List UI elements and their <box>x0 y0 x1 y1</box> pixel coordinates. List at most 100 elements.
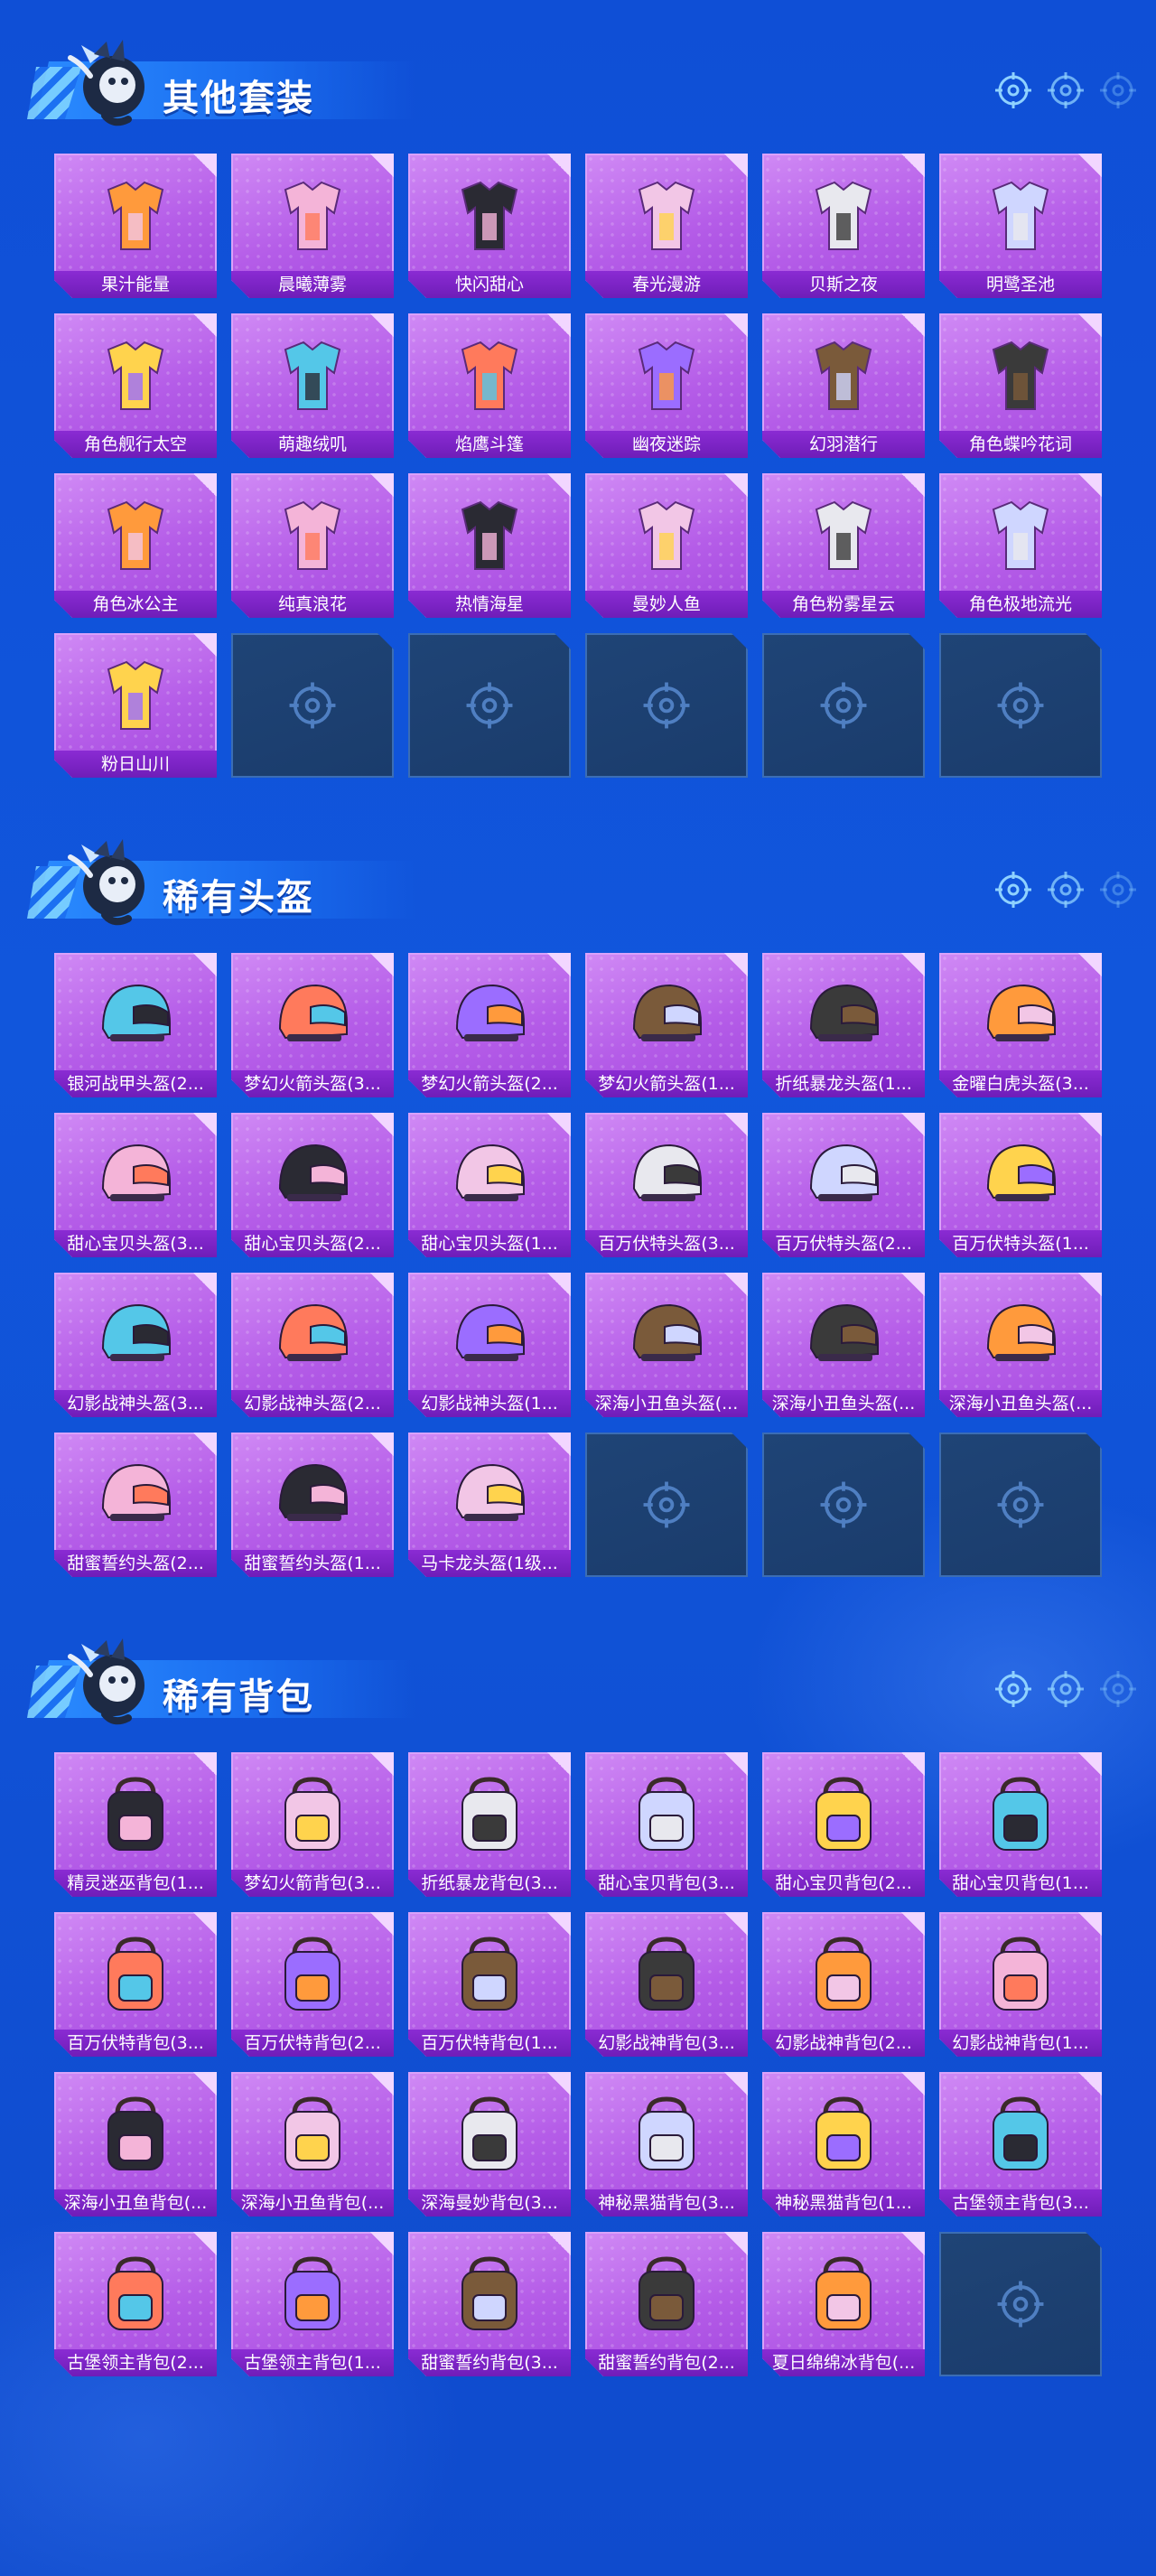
item-label: 古堡领主背包(1... <box>231 2349 394 2376</box>
item-card[interactable]: 古堡领主背包(2... <box>54 2232 217 2376</box>
item-card[interactable]: 古堡领主背包(1... <box>231 2232 394 2376</box>
item-card[interactable]: 角色蝶吟花词 <box>939 313 1102 458</box>
item-card[interactable]: 甜心宝贝头盔(3... <box>54 1113 217 1257</box>
item-card[interactable]: 深海小丑鱼头盔(... <box>585 1273 748 1417</box>
crosshair-icon <box>995 1479 1046 1530</box>
item-label: 甜心宝贝背包(3... <box>585 1870 748 1897</box>
item-card[interactable]: 甜心宝贝背包(2... <box>762 1752 925 1897</box>
item-card[interactable]: 马卡龙头盔(1级... <box>408 1433 571 1577</box>
item-card[interactable]: 角色冰公主 <box>54 473 217 618</box>
item-card[interactable]: 萌趣绒叽 <box>231 313 394 458</box>
item-label: 角色极地流光 <box>939 591 1102 618</box>
item-label: 甜蜜誓约头盔(2... <box>54 1550 217 1577</box>
item-card[interactable]: 甜蜜誓约头盔(2... <box>54 1433 217 1577</box>
item-card[interactable]: 幽夜迷踪 <box>585 313 748 458</box>
outfit-icon <box>90 651 181 742</box>
item-card[interactable]: 甜蜜誓约头盔(1... <box>231 1433 394 1577</box>
backpack-icon <box>798 1930 889 2021</box>
item-card[interactable]: 金曜白虎头盔(3... <box>939 953 1102 1097</box>
item-card[interactable]: 深海小丑鱼背包(... <box>231 2072 394 2217</box>
item-label: 幻羽潜行 <box>762 431 925 458</box>
crosshair-icon <box>1098 1669 1138 1709</box>
item-card[interactable]: 角色极地流光 <box>939 473 1102 618</box>
helmet-icon <box>975 971 1066 1061</box>
item-card[interactable]: 百万伏特背包(3... <box>54 1912 217 2057</box>
item-label: 焰鹰斗篷 <box>408 431 571 458</box>
item-card[interactable]: 梦幻火箭头盔(2... <box>408 953 571 1097</box>
item-card[interactable]: 幻影战神头盔(2... <box>231 1273 394 1417</box>
item-card[interactable]: 角色粉雾星云 <box>762 473 925 618</box>
item-card[interactable]: 幻羽潜行 <box>762 313 925 458</box>
helmet-icon <box>975 1291 1066 1381</box>
mascot-icon <box>63 36 150 130</box>
item-card[interactable]: 百万伏特背包(1... <box>408 1912 571 2057</box>
item-card[interactable]: 百万伏特头盔(3... <box>585 1113 748 1257</box>
backpack-icon <box>267 1770 358 1861</box>
item-card[interactable]: 甜心宝贝头盔(1... <box>408 1113 571 1257</box>
backpack-icon <box>267 2090 358 2180</box>
item-label: 幻影战神头盔(2... <box>231 1390 394 1417</box>
item-label: 夏日绵绵冰背包(... <box>762 2349 925 2376</box>
item-card[interactable]: 焰鹰斗篷 <box>408 313 571 458</box>
item-card[interactable]: 梦幻火箭头盔(3... <box>231 953 394 1097</box>
item-card[interactable]: 神秘黑猫背包(3... <box>585 2072 748 2217</box>
item-card[interactable]: 幻影战神头盔(1... <box>408 1273 571 1417</box>
item-card[interactable]: 百万伏特头盔(2... <box>762 1113 925 1257</box>
item-card[interactable]: 甜心宝贝头盔(2... <box>231 1113 394 1257</box>
item-card[interactable]: 深海小丑鱼头盔(... <box>939 1273 1102 1417</box>
helmet-icon <box>444 971 535 1061</box>
backpack-icon <box>621 1930 712 2021</box>
item-card[interactable]: 角色舰行太空 <box>54 313 217 458</box>
item-card[interactable]: 甜蜜誓约背包(3... <box>408 2232 571 2376</box>
item-card[interactable]: 曼妙人鱼 <box>585 473 748 618</box>
item-card[interactable]: 甜蜜誓约背包(2... <box>585 2232 748 2376</box>
item-card[interactable]: 梦幻火箭背包(3... <box>231 1752 394 1897</box>
item-card[interactable]: 精灵迷巫背包(1... <box>54 1752 217 1897</box>
item-card[interactable]: 幻影战神头盔(3... <box>54 1273 217 1417</box>
crosshair-decoration <box>993 1669 1138 1709</box>
item-card[interactable]: 果汁能量 <box>54 154 217 298</box>
item-card[interactable]: 夏日绵绵冰背包(... <box>762 2232 925 2376</box>
item-card[interactable]: 明鹭圣池 <box>939 154 1102 298</box>
item-card[interactable]: 梦幻火箭头盔(1... <box>585 953 748 1097</box>
item-label: 梦幻火箭头盔(1... <box>585 1070 748 1097</box>
item-card[interactable]: 古堡领主背包(3... <box>939 2072 1102 2217</box>
section-backpack: 稀有背包 精灵迷巫背包(1... 梦幻火箭背包(3... 折纸暴龙背包(3... 甜心宝… <box>0 1635 1156 2412</box>
item-card[interactable]: 春光漫游 <box>585 154 748 298</box>
item-card[interactable]: 幻影战神背包(3... <box>585 1912 748 2057</box>
crosshair-icon <box>1046 870 1086 910</box>
crosshair-icon <box>995 2279 1046 2329</box>
helmet-icon <box>444 1291 535 1381</box>
backpack-icon <box>975 2090 1066 2180</box>
empty-slot <box>585 633 748 778</box>
item-card[interactable]: 百万伏特背包(2... <box>231 1912 394 2057</box>
item-card[interactable]: 深海小丑鱼背包(... <box>54 2072 217 2217</box>
item-card[interactable]: 热情海星 <box>408 473 571 618</box>
item-card[interactable]: 深海曼妙背包(3... <box>408 2072 571 2217</box>
item-card[interactable]: 纯真浪花 <box>231 473 394 618</box>
item-card[interactable]: 深海小丑鱼头盔(... <box>762 1273 925 1417</box>
item-card[interactable]: 晨曦薄雾 <box>231 154 394 298</box>
helmet-icon <box>798 1291 889 1381</box>
item-label: 百万伏特背包(3... <box>54 2030 217 2057</box>
item-label: 梦幻火箭头盔(2... <box>408 1070 571 1097</box>
item-label: 甜蜜誓约头盔(1... <box>231 1550 394 1577</box>
item-card[interactable]: 贝斯之夜 <box>762 154 925 298</box>
item-card[interactable]: 折纸暴龙背包(3... <box>408 1752 571 1897</box>
empty-slot <box>231 633 394 778</box>
item-card[interactable]: 折纸暴龙头盔(1... <box>762 953 925 1097</box>
item-card[interactable]: 百万伏特头盔(1... <box>939 1113 1102 1257</box>
outfit-icon <box>90 172 181 262</box>
item-label: 梦幻火箭头盔(3... <box>231 1070 394 1097</box>
item-card[interactable]: 银河战甲头盔(2... <box>54 953 217 1097</box>
item-card[interactable]: 幻影战神背包(2... <box>762 1912 925 2057</box>
item-label: 角色粉雾星云 <box>762 591 925 618</box>
item-card[interactable]: 甜心宝贝背包(1... <box>939 1752 1102 1897</box>
item-card[interactable]: 神秘黑猫背包(1... <box>762 2072 925 2217</box>
empty-slot <box>939 633 1102 778</box>
item-card[interactable]: 幻影战神背包(1... <box>939 1912 1102 2057</box>
item-card[interactable]: 粉日山川 <box>54 633 217 778</box>
item-label: 甜心宝贝背包(1... <box>939 1870 1102 1897</box>
item-card[interactable]: 快闪甜心 <box>408 154 571 298</box>
item-card[interactable]: 甜心宝贝背包(3... <box>585 1752 748 1897</box>
